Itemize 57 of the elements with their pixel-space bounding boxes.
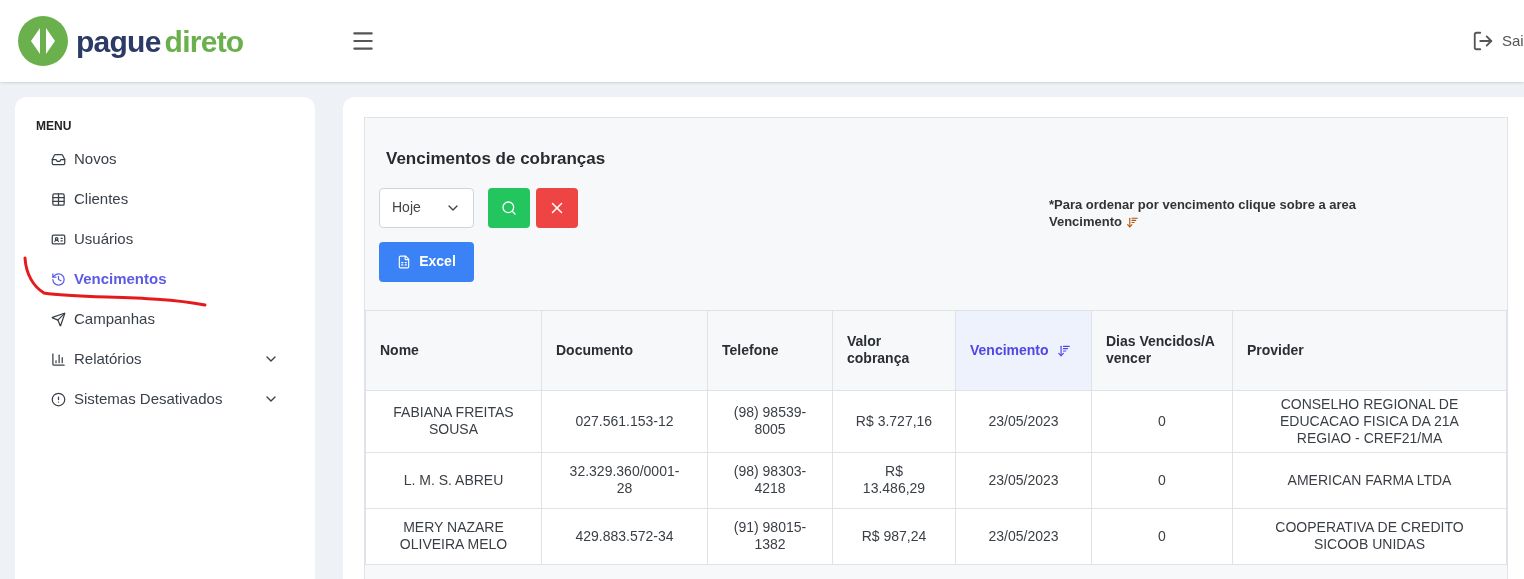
table-cell: CONSELHO REGIONAL DE EDUCACAO FISICA DA 21A REGIAO - CREF21/MA [1232,390,1507,452]
menu-heading: MENU [35,118,73,135]
history-icon [51,271,66,287]
alert-circle-icon [51,391,66,407]
sidebar-item[interactable]: Novos [15,139,315,179]
sort-hint: *Para ordenar por vencimento clique sobre a area Vencimento [1049,196,1358,230]
period-select[interactable]: Hoje [379,187,474,228]
table-cell: (98) 98539-8005 [707,390,833,452]
sidebar-item[interactable]: Relatórios [15,339,315,379]
bar-chart-icon [51,351,66,367]
sidebar-item[interactable]: Campanhas [15,299,315,339]
table-cell: 429.883.572-34 [541,508,708,564]
logo-mark-icon [18,16,68,66]
column-header[interactable]: Provider [1232,310,1507,390]
sidebar-item[interactable]: Clientes [15,179,315,219]
column-header[interactable]: Telefone [707,310,833,390]
logout-icon [1472,30,1494,52]
excel-button[interactable]: Excel [379,241,474,282]
logo: paguedireto [18,16,338,66]
table-cell: FABIANA FREITAS SOUSA [365,390,542,452]
table-cell: 32.329.360/0001-28 [541,452,708,508]
table-cell: R$ 13.486,29 [832,452,956,508]
paper-plane-icon [51,311,66,327]
spreadsheet-file-icon [397,254,412,269]
table-cell: R$ 987,24 [832,508,956,564]
table-cell: 0 [1091,508,1233,564]
table-cell: R$ 3.727,16 [832,390,956,452]
column-header[interactable]: Valor cobrança [832,310,956,390]
table-cell: 23/05/2023 [955,508,1092,564]
table-cell: MERY NAZARE OLIVEIRA MELO [365,508,542,564]
inbox-icon [51,151,66,167]
search-button[interactable] [488,187,530,228]
table-cell: 23/05/2023 [955,390,1092,452]
table-cell: 23/05/2023 [955,452,1092,508]
table-cell: (98) 98303-4218 [707,452,833,508]
sort-icon [1056,343,1071,358]
clear-button[interactable] [536,187,578,228]
table-cell: 0 [1091,390,1233,452]
id-card-icon [51,231,66,247]
sort-icon [1125,216,1139,230]
table-cell: AMERICAN FARMA LTDA [1232,452,1507,508]
table-cell: COOPERATIVA DE CREDITO SICOOB UNIDAS [1232,508,1507,564]
sidebar-item[interactable]: Vencimentos [15,259,315,299]
table-icon [51,191,66,207]
table-cell: L. M. S. ABREU [365,452,542,508]
page-title: Vencimentos de cobranças [386,148,607,170]
column-header[interactable]: Vencimento [955,310,1092,390]
column-header[interactable]: Nome [365,310,542,390]
search-icon [501,199,517,216]
table-cell: 027.561.153-12 [541,390,708,452]
column-header[interactable]: Dias Vencidos/A vencer [1091,310,1233,390]
sidebar-item[interactable]: Usuários [15,219,315,259]
column-header[interactable]: Documento [541,310,708,390]
table-cell: (91) 98015-1382 [707,508,833,564]
table-cell: 0 [1091,452,1233,508]
sidebar-item[interactable]: Sistemas Desativados [15,379,315,419]
logout-button[interactable]: Sai [1472,29,1524,53]
